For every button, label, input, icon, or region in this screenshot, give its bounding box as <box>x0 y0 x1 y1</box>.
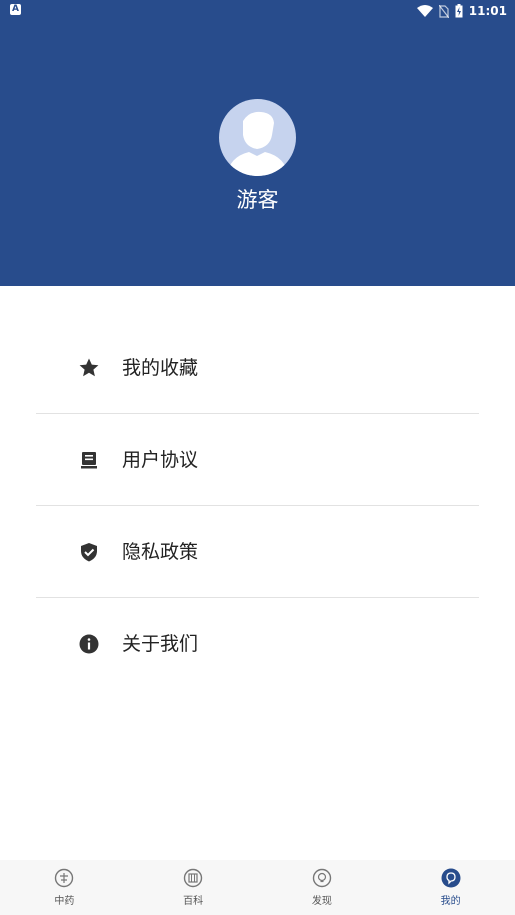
herb-icon <box>55 868 74 888</box>
username: 游客 <box>236 188 279 212</box>
discover-icon <box>312 868 332 888</box>
menu-item-label: 隐私政策 <box>122 541 199 563</box>
status-time: 11:01 <box>468 4 507 18</box>
menu-item-label: 我的收藏 <box>122 357 199 379</box>
star-icon <box>79 358 99 377</box>
tab-label: 我的 <box>440 896 461 907</box>
menu-list: 我的收藏 用户协议 隐私政策 关于我们 <box>36 322 479 690</box>
notification-icon: A <box>10 4 21 15</box>
menu-item-favorites[interactable]: 我的收藏 <box>36 322 479 414</box>
profile-header: A 11:01 游客 <box>0 0 515 286</box>
tab-encyclopedia[interactable]: 百科 <box>129 860 258 915</box>
status-icons: 11:01 <box>416 2 507 20</box>
agreement-icon <box>81 452 97 469</box>
tab-label: 百科 <box>183 896 204 907</box>
wifi-icon <box>416 5 433 17</box>
tab-label: 发现 <box>311 896 332 907</box>
profile-icon <box>441 868 461 888</box>
tab-herbs[interactable]: 中药 <box>0 860 129 915</box>
bottom-tab-bar: 中药 百科 发现 我的 <box>0 860 515 915</box>
encyclopedia-icon <box>183 868 203 888</box>
tab-label: 中药 <box>54 896 75 907</box>
tab-discover[interactable]: 发现 <box>258 860 387 915</box>
avatar[interactable] <box>219 99 296 176</box>
user-silhouette-icon <box>227 111 288 176</box>
menu-item-user-agreement[interactable]: 用户协议 <box>36 414 479 506</box>
battery-charging-icon <box>455 4 463 18</box>
menu-item-label: 关于我们 <box>122 633 199 655</box>
no-sim-icon <box>438 4 449 18</box>
menu-item-label: 用户协议 <box>122 449 199 471</box>
shield-check-icon <box>81 543 97 562</box>
menu-item-about-us[interactable]: 关于我们 <box>36 598 479 690</box>
tab-mine[interactable]: 我的 <box>386 860 515 915</box>
info-icon <box>79 634 99 654</box>
menu-item-privacy-policy[interactable]: 隐私政策 <box>36 506 479 598</box>
status-bar: A 11:01 <box>0 0 515 22</box>
